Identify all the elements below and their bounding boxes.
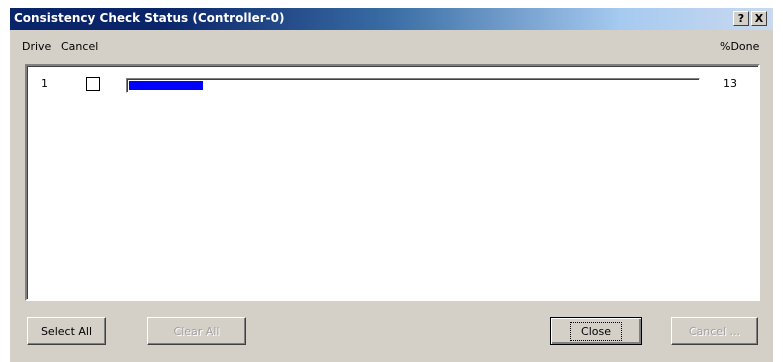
- column-header-percent-done: %Done: [720, 40, 760, 53]
- column-header-drive: Drive: [22, 40, 52, 53]
- cancel-button[interactable]: Cancel ...: [671, 317, 758, 345]
- drive-status-list[interactable]: 1 13: [25, 64, 760, 301]
- close-button[interactable]: Close: [550, 317, 642, 345]
- consistency-check-dialog: Consistency Check Status (Controller-0) …: [10, 8, 773, 362]
- cancel-checkbox[interactable]: [86, 77, 100, 91]
- percent-done-value: 13: [723, 77, 737, 90]
- close-window-button[interactable]: X: [751, 11, 767, 26]
- help-button[interactable]: ?: [733, 11, 749, 26]
- drive-number: 1: [41, 77, 48, 90]
- select-all-button[interactable]: Select All: [27, 317, 106, 345]
- column-header-cancel: Cancel: [61, 40, 99, 53]
- cancel-label: Cancel ...: [688, 324, 741, 338]
- progress-bar-fill: [129, 81, 203, 90]
- title-bar[interactable]: Consistency Check Status (Controller-0) …: [10, 8, 773, 30]
- select-all-label: Select All: [40, 324, 93, 338]
- clear-all-button[interactable]: Clear All: [147, 317, 246, 345]
- clear-all-label: Clear All: [173, 324, 220, 338]
- progress-bar: [126, 78, 700, 93]
- window-title: Consistency Check Status (Controller-0): [14, 11, 285, 25]
- close-label: Close: [570, 321, 622, 341]
